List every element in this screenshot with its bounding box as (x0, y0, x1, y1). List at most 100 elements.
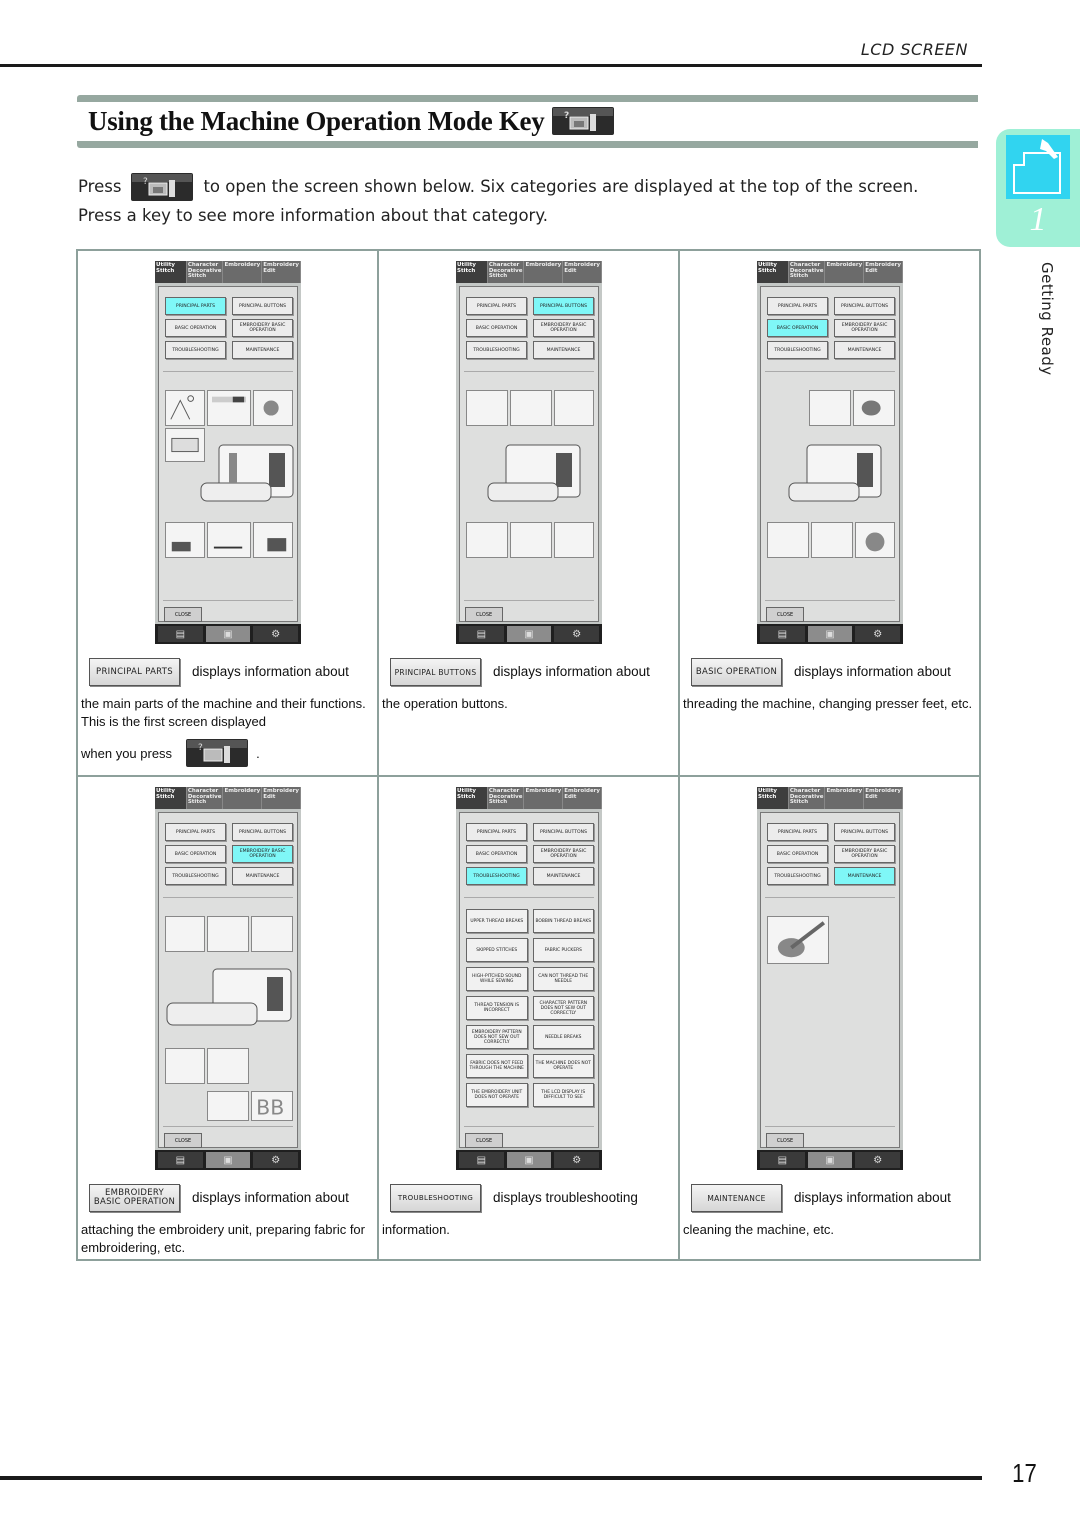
trouble-item[interactable]: HIGH-PITCHED SOUND WHILE SEWING (466, 967, 528, 991)
trouble-item[interactable]: THE LCD DISPLAY IS DIFFICULT TO SEE (532, 1083, 594, 1107)
lcd-troubleshooting-button[interactable]: TROUBLESHOOTING (165, 867, 226, 885)
lcd-tab-embroidery-edit[interactable]: Embroidery Edit (864, 261, 903, 283)
lcd-tab-utility[interactable]: Utility Stitch (155, 787, 187, 809)
lcd-maintenance-button[interactable]: MAINTENANCE (232, 867, 293, 885)
footer-rule (0, 1476, 982, 1480)
lcd-tab-character[interactable]: Character Decorative Stitch (187, 787, 224, 809)
lcd-maintenance-button[interactable]: MAINTENANCE (533, 341, 594, 359)
lcd-basic-operation-button[interactable]: BASIC OPERATION (466, 319, 527, 337)
settings-icon[interactable]: ⚙ (554, 626, 600, 642)
sewing-guide-icon[interactable]: ▤ (459, 626, 504, 642)
trouble-item[interactable]: FABRIC DOES NOT FEED THROUGH THE MACHINE (466, 1054, 528, 1078)
lcd-basic-operation-button[interactable]: BASIC OPERATION (767, 845, 828, 863)
lcd-tab-embroidery-edit[interactable]: Embroidery Edit (262, 787, 301, 809)
lcd-tab-utility[interactable]: Utility Stitch (456, 787, 488, 809)
lcd-tab-character[interactable]: Character Decorative Stitch (488, 261, 525, 283)
trouble-item[interactable]: THE EMBROIDERY UNIT DOES NOT OPERATE (466, 1083, 528, 1107)
trouble-item[interactable]: THE MACHINE DOES NOT OPERATE (532, 1054, 594, 1078)
sewing-guide-icon[interactable]: ▤ (760, 1152, 805, 1168)
trouble-item[interactable]: UPPER THREAD BREAKS (466, 909, 528, 933)
sewing-guide-icon[interactable]: ▤ (760, 626, 805, 642)
lcd-maintenance-button[interactable]: MAINTENANCE (834, 867, 895, 885)
lcd-principal-buttons-button[interactable]: PRINCIPAL BUTTONS (533, 297, 594, 315)
trouble-item[interactable]: SKIPPED STITCHES (466, 938, 528, 962)
settings-icon[interactable]: ⚙ (554, 1152, 600, 1168)
machine-operation-mode-icon[interactable]: ▣ (506, 626, 552, 642)
lcd-embroidery-basic-operation-button[interactable]: EMBROIDERY BASIC OPERATION (232, 319, 293, 337)
lcd-principal-parts-button[interactable]: PRINCIPAL PARTS (767, 297, 828, 315)
lcd-close-button[interactable]: CLOSE (164, 1133, 202, 1148)
lcd-tab-embroidery[interactable]: Embroidery (825, 787, 865, 809)
settings-icon[interactable]: ⚙ (855, 1152, 901, 1168)
lcd-tab-embroidery-edit[interactable]: Embroidery Edit (262, 261, 301, 283)
lcd-tab-character[interactable]: Character Decorative Stitch (488, 787, 525, 809)
lcd-tab-character[interactable]: Character Decorative Stitch (789, 261, 826, 283)
lcd-maintenance-button[interactable]: MAINTENANCE (232, 341, 293, 359)
lcd-tab-utility[interactable]: Utility Stitch (155, 261, 187, 283)
lcd-troubleshooting-button[interactable]: TROUBLESHOOTING (767, 867, 828, 885)
sewing-guide-icon[interactable]: ▤ (158, 626, 203, 642)
lcd-tab-embroidery[interactable]: Embroidery (524, 261, 564, 283)
lcd-basic-operation-button[interactable]: BASIC OPERATION (767, 319, 828, 337)
lcd-principal-buttons-button[interactable]: PRINCIPAL BUTTONS (533, 823, 594, 841)
lcd-tab-embroidery[interactable]: Embroidery (524, 787, 564, 809)
lcd-principal-buttons-button[interactable]: PRINCIPAL BUTTONS (834, 823, 895, 841)
lcd-embroidery-basic-operation-button[interactable]: EMBROIDERY BASIC OPERATION (834, 319, 895, 337)
lcd-embroidery-basic-operation-button[interactable]: EMBROIDERY BASIC OPERATION (533, 845, 594, 863)
lcd-maintenance-button[interactable]: MAINTENANCE (533, 867, 594, 885)
lcd-embroidery-basic-operation-button[interactable]: EMBROIDERY BASIC OPERATION (533, 319, 594, 337)
lcd-troubleshooting-button[interactable]: TROUBLESHOOTING (466, 341, 527, 359)
sewing-guide-icon[interactable]: ▤ (459, 1152, 504, 1168)
machine-operation-mode-icon[interactable]: ▣ (807, 1152, 853, 1168)
trouble-item[interactable]: FABRIC PUCKERS (532, 938, 594, 962)
lcd-troubleshooting-button[interactable]: TROUBLESHOOTING (767, 341, 828, 359)
lcd-footer: ▤ ▣ ⚙ (155, 624, 301, 644)
lcd-tab-utility[interactable]: Utility Stitch (757, 261, 789, 283)
lcd-principal-buttons-button[interactable]: PRINCIPAL BUTTONS (232, 297, 293, 315)
sewing-guide-icon[interactable]: ▤ (158, 1152, 203, 1168)
settings-icon[interactable]: ⚙ (253, 1152, 299, 1168)
lcd-basic-operation-button[interactable]: BASIC OPERATION (466, 845, 527, 863)
machine-operation-mode-icon[interactable]: ▣ (205, 1152, 251, 1168)
lcd-principal-parts-button[interactable]: PRINCIPAL PARTS (466, 297, 527, 315)
lcd-tab-character[interactable]: Character Decorative Stitch (187, 261, 224, 283)
lcd-close-button[interactable]: CLOSE (465, 607, 503, 622)
lcd-close-button[interactable]: CLOSE (465, 1133, 503, 1148)
lcd-principal-parts-button[interactable]: PRINCIPAL PARTS (767, 823, 828, 841)
machine-operation-mode-icon[interactable]: ▣ (506, 1152, 552, 1168)
lcd-troubleshooting-button[interactable]: TROUBLESHOOTING (466, 867, 527, 885)
lcd-principal-buttons-button[interactable]: PRINCIPAL BUTTONS (834, 297, 895, 315)
lcd-tab-embroidery[interactable]: Embroidery (825, 261, 865, 283)
trouble-item[interactable]: CHARACTER PATTERN DOES NOT SEW OUT CORRE… (532, 996, 594, 1020)
lcd-tab-utility[interactable]: Utility Stitch (757, 787, 789, 809)
machine-operation-mode-icon[interactable]: ▣ (205, 626, 251, 642)
lcd-principal-parts-button[interactable]: PRINCIPAL PARTS (466, 823, 527, 841)
trouble-item[interactable]: CAN NOT THREAD THE NEEDLE (532, 967, 594, 991)
lcd-basic-operation-button[interactable]: BASIC OPERATION (165, 845, 226, 863)
trouble-item[interactable]: THREAD TENSION IS INCORRECT (466, 996, 528, 1020)
lcd-embroidery-basic-operation-button[interactable]: EMBROIDERY BASIC OPERATION (232, 845, 293, 863)
lcd-troubleshooting-button[interactable]: TROUBLESHOOTING (165, 341, 226, 359)
settings-icon[interactable]: ⚙ (253, 626, 299, 642)
trouble-item[interactable]: EMBROIDERY PATTERN DOES NOT SEW OUT CORR… (466, 1025, 528, 1049)
lcd-principal-parts-button[interactable]: PRINCIPAL PARTS (165, 297, 226, 315)
lcd-tab-embroidery-edit[interactable]: Embroidery Edit (563, 787, 602, 809)
lcd-maintenance-button[interactable]: MAINTENANCE (834, 341, 895, 359)
lcd-tab-utility[interactable]: Utility Stitch (456, 261, 488, 283)
lcd-embroidery-basic-operation-button[interactable]: EMBROIDERY BASIC OPERATION (834, 845, 895, 863)
lcd-close-button[interactable]: CLOSE (164, 607, 202, 622)
machine-operation-mode-icon[interactable]: ▣ (807, 626, 853, 642)
lcd-close-button[interactable]: CLOSE (766, 607, 804, 622)
lcd-principal-parts-button[interactable]: PRINCIPAL PARTS (165, 823, 226, 841)
lcd-basic-operation-button[interactable]: BASIC OPERATION (165, 319, 226, 337)
lcd-tab-embroidery[interactable]: Embroidery (223, 261, 263, 283)
lcd-tab-embroidery-edit[interactable]: Embroidery Edit (864, 787, 903, 809)
lcd-close-button[interactable]: CLOSE (766, 1133, 804, 1148)
lcd-tab-embroidery-edit[interactable]: Embroidery Edit (563, 261, 602, 283)
lcd-tab-embroidery[interactable]: Embroidery (223, 787, 263, 809)
lcd-tab-character[interactable]: Character Decorative Stitch (789, 787, 826, 809)
lcd-principal-buttons-button[interactable]: PRINCIPAL BUTTONS (232, 823, 293, 841)
trouble-item[interactable]: BOBBIN THREAD BREAKS (532, 909, 594, 933)
trouble-item[interactable]: NEEDLE BREAKS (532, 1025, 594, 1049)
settings-icon[interactable]: ⚙ (855, 626, 901, 642)
